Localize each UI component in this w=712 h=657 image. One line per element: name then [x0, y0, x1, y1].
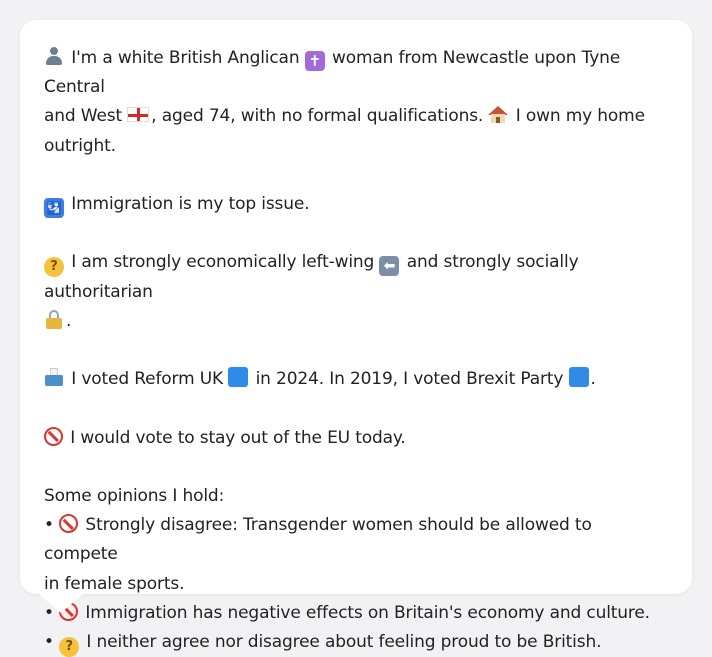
- opinion-item-1: • Strongly disagree: Transgender women s…: [44, 511, 668, 569]
- ideology-line-2: .: [44, 307, 668, 336]
- demographics-text-5: I own my home: [515, 106, 645, 127]
- prohibited-icon: [44, 426, 63, 446]
- ideology-text-3: .: [66, 310, 72, 331]
- opinions-heading: Some opinions I hold:: [44, 485, 225, 506]
- eu-text: I would vote to stay out of the EU today…: [70, 427, 406, 448]
- house-icon: [488, 104, 509, 124]
- opinion-1-text: Strongly disagree: Transgender women sho…: [44, 515, 592, 565]
- demographics-paragraph: I'm a white British Anglican ✝ woman fro…: [44, 44, 668, 161]
- opinion-1-text-cont: in female sports.: [44, 573, 185, 594]
- demographics-text-4: , aged 74, with no formal qualifications…: [151, 106, 484, 127]
- bullet: •: [44, 515, 54, 536]
- voting-paragraph: I voted Reform UK in 2024. In 2019, I vo…: [44, 365, 668, 394]
- opinion-2-text: Immigration has negative effects on Brit…: [85, 602, 650, 623]
- eu-paragraph: I would vote to stay out of the EU today…: [44, 424, 668, 453]
- demographics-line-1: I'm a white British Anglican ✝ woman fro…: [44, 44, 668, 102]
- voting-text-2: in 2024. In 2019, I voted Brexit Party: [255, 369, 564, 390]
- opinion-item-3: • ? I neither agree nor disagree about f…: [44, 628, 668, 657]
- passport-control-icon: 🛂: [44, 198, 64, 218]
- left-arrow-icon: ⬅: [379, 256, 400, 277]
- voting-text-1: I voted Reform UK: [71, 369, 224, 390]
- top-issue-paragraph: 🛂 Immigration is my top issue.: [44, 190, 668, 219]
- ideology-text-1: I am strongly economically left-wing: [71, 252, 375, 273]
- ideology-line-1: ? I am strongly economically left-wing ⬅…: [44, 248, 668, 306]
- demographics-text-6: outright.: [44, 135, 116, 156]
- opinion-item-2: • Immigration has negative effects on Br…: [44, 599, 668, 628]
- bullet: •: [44, 631, 54, 652]
- profile-description: I'm a white British Anglican ✝ woman fro…: [44, 44, 668, 657]
- ballot-box-icon: [44, 367, 64, 387]
- opinion-3-text: I neither agree nor disagree about feeli…: [86, 631, 602, 652]
- voting-text-3: .: [590, 369, 596, 390]
- top-issue-text: Immigration is my top issue.: [71, 194, 310, 214]
- blue-square-icon: [568, 367, 589, 388]
- prohibited-icon: [59, 514, 79, 534]
- demographics-text-3: and West: [44, 106, 122, 127]
- message-bubble: I'm a white British Anglican ✝ woman fro…: [20, 20, 692, 657]
- person-icon: [44, 46, 64, 66]
- lock-icon: [44, 309, 64, 329]
- bubble-tail: [38, 593, 84, 613]
- ideology-paragraph: ? I am strongly economically left-wing ⬅…: [44, 248, 668, 336]
- thinking-face-icon: ?: [44, 257, 64, 278]
- demographics-text-1: I'm a white British Anglican: [71, 48, 300, 68]
- blue-square-icon: [228, 367, 249, 388]
- england-flag-icon: [127, 107, 150, 123]
- opinions-section: Some opinions I hold: • Strongly disagre…: [44, 482, 668, 657]
- thinking-face-icon: ?: [59, 636, 80, 657]
- demographics-line-2: and West , aged 74, with no formal quali…: [44, 102, 668, 131]
- latin-cross-icon: ✝: [304, 51, 325, 71]
